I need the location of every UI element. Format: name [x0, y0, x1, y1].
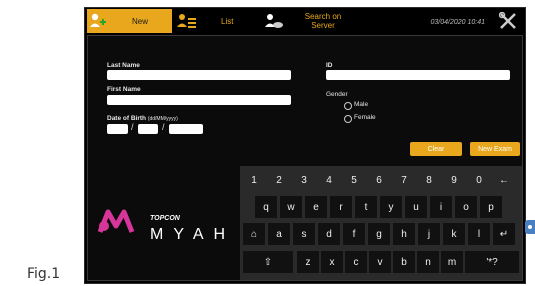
key-q[interactable]: q — [255, 196, 277, 218]
add-user-icon — [90, 13, 106, 27]
key-k[interactable]: k — [443, 223, 465, 245]
first-name-input[interactable] — [107, 95, 291, 105]
key-1[interactable]: 1 — [243, 169, 265, 191]
female-radio-label: Female — [354, 114, 376, 121]
key-2[interactable]: 2 — [268, 169, 290, 191]
enter-key[interactable]: ↵ — [493, 223, 515, 245]
key-8[interactable]: 8 — [418, 169, 440, 191]
side-handle-tab[interactable] — [525, 220, 535, 234]
dob-separator: / — [131, 122, 134, 132]
key-v[interactable]: v — [369, 251, 391, 273]
figure-label: Fig.1 — [27, 266, 61, 282]
key-a[interactable]: a — [268, 223, 290, 245]
dob-label: Date of Birth (dd/MM/yyyy) — [107, 115, 178, 122]
symbols-key[interactable]: '*? — [465, 251, 519, 273]
top-navigation-bar: New List Search on Server 03/04/2020 10:… — [85, 8, 525, 34]
key-9[interactable]: 9 — [443, 169, 465, 191]
key-u[interactable]: u — [405, 196, 427, 218]
id-label: ID — [326, 62, 333, 69]
key-n[interactable]: n — [417, 251, 439, 273]
device-screen: New List Search on Server 03/04/2020 10:… — [84, 7, 526, 284]
handle-icon — [528, 225, 532, 229]
virtual-keyboard: 1 2 3 4 5 6 7 8 9 0 ← q w e r t y u i o … — [240, 166, 522, 280]
shift-key[interactable]: ⇧ — [243, 251, 293, 273]
clear-button[interactable]: Clear — [410, 142, 462, 156]
key-0[interactable]: 0 — [468, 169, 490, 191]
user-list-icon — [177, 14, 196, 28]
key-c[interactable]: c — [345, 251, 367, 273]
key-t[interactable]: t — [355, 196, 377, 218]
topcon-brand: TOPCON — [150, 215, 180, 222]
key-p[interactable]: p — [480, 196, 502, 218]
key-7[interactable]: 7 — [393, 169, 415, 191]
key-s[interactable]: s — [293, 223, 315, 245]
dob-day-input[interactable] — [107, 124, 128, 134]
dob-label-text: Date of Birth — [107, 115, 146, 122]
first-name-label: First Name — [107, 86, 141, 93]
gender-label: Gender — [326, 91, 348, 98]
key-4[interactable]: 4 — [318, 169, 340, 191]
dob-year-input[interactable] — [169, 124, 203, 134]
key-3[interactable]: 3 — [293, 169, 315, 191]
key-y[interactable]: y — [380, 196, 402, 218]
key-x[interactable]: x — [321, 251, 343, 273]
tab-list-label: List — [221, 17, 234, 26]
key-f[interactable]: f — [343, 223, 365, 245]
key-z[interactable]: z — [297, 251, 319, 273]
tab-search-label: Search on Server — [304, 12, 342, 30]
tools-icon[interactable] — [499, 12, 517, 30]
myah-logo-icon — [98, 209, 135, 233]
key-j[interactable]: j — [418, 223, 440, 245]
key-o[interactable]: o — [455, 196, 477, 218]
key-g[interactable]: g — [368, 223, 390, 245]
datetime-display: 03/04/2020 10:41 — [430, 19, 486, 26]
id-input[interactable] — [326, 70, 510, 80]
dob-month-input[interactable] — [138, 124, 158, 134]
last-name-label: Last Name — [107, 62, 140, 69]
search-server-icon — [265, 14, 283, 28]
key-m[interactable]: m — [441, 251, 463, 273]
key-5[interactable]: 5 — [343, 169, 365, 191]
key-h[interactable]: h — [393, 223, 415, 245]
key-r[interactable]: r — [330, 196, 352, 218]
tab-search-on-server[interactable]: Search on Server — [261, 9, 371, 33]
key-6[interactable]: 6 — [368, 169, 390, 191]
new-patient-form: Last Name First Name Date of Birth (dd/M… — [87, 35, 523, 281]
male-radio-label: Male — [354, 101, 369, 108]
dob-separator: / — [162, 122, 165, 132]
tab-new[interactable]: New — [87, 9, 172, 33]
key-d[interactable]: d — [318, 223, 340, 245]
key-w[interactable]: w — [280, 196, 302, 218]
new-exam-button[interactable]: New Exam — [470, 142, 520, 156]
tab-list[interactable]: List — [175, 9, 261, 33]
key-i[interactable]: i — [430, 196, 452, 218]
last-name-input[interactable] — [107, 70, 291, 80]
key-e[interactable]: e — [305, 196, 327, 218]
caps-lock-key[interactable]: ⌂ — [243, 223, 265, 245]
key-b[interactable]: b — [393, 251, 415, 273]
tab-new-label: New — [132, 17, 149, 26]
male-radio[interactable] — [344, 102, 352, 110]
myah-product-name: MYAH — [150, 226, 236, 243]
backspace-key[interactable]: ← — [493, 169, 515, 191]
key-l[interactable]: l — [468, 223, 490, 245]
female-radio[interactable] — [344, 115, 352, 123]
